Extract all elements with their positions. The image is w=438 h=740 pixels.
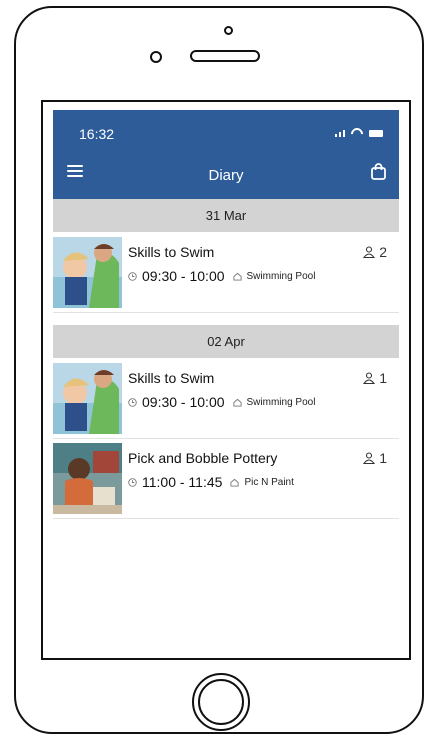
page-title: Diary [208,167,244,184]
person-icon [363,452,376,464]
home-button[interactable] [192,673,250,731]
count-value: 2 [379,244,387,260]
status-time: 16:32 [79,126,115,142]
phone-screen: 16:32 Diary 31 Mar Skills to Swim 2 09:3… [41,100,411,660]
pottery-child-photo [53,443,122,514]
front-sensor [224,26,233,35]
entry-time: 09:30 - 10:00 [142,268,225,284]
entry-details: 11:00 - 11:45 Pic N Paint [128,474,294,490]
diary-entry[interactable]: Skills to Swim 1 09:30 - 10:00 Swimming … [53,360,399,439]
location-icon [232,398,242,407]
clock-icon [128,271,137,281]
app-header: 16:32 Diary [53,110,399,199]
entry-time: 11:00 - 11:45 [142,474,223,490]
diary-entry[interactable]: Pick and Bobble Pottery 1 11:00 - 11:45 … [53,440,399,519]
location-icon [230,478,239,487]
person-icon [363,372,376,384]
entry-title: Skills to Swim [128,244,215,260]
attendee-count: 1 [363,370,387,386]
earpiece-speaker [190,50,260,62]
app-view: 16:32 Diary 31 Mar Skills to Swim 2 09:3… [53,110,399,640]
battery-icon [369,130,383,137]
entry-title: Skills to Swim [128,370,215,386]
count-value: 1 [379,370,387,386]
clock-icon [128,397,137,407]
shopping-bag-icon[interactable] [370,163,387,180]
front-camera [150,51,162,63]
entry-title: Pick and Bobble Pottery [128,450,278,466]
status-icons [335,128,383,137]
diary-entry[interactable]: Skills to Swim 2 09:30 - 10:00 Swimming … [53,234,399,313]
clock-icon [128,477,137,487]
entry-location: Swimming Pool [246,270,316,282]
location-icon [232,272,242,281]
person-icon [363,246,376,258]
attendee-count: 2 [363,244,387,260]
entry-time: 09:30 - 10:00 [142,394,225,410]
entry-details: 09:30 - 10:00 Swimming Pool [128,394,315,410]
date-header: 31 Mar [53,199,399,232]
entry-location: Pic N Paint [244,476,294,488]
attendee-count: 1 [363,450,387,466]
entry-location: Swimming Pool [246,396,316,408]
entry-details: 09:30 - 10:00 Swimming Pool [128,268,315,284]
wifi-icon [351,128,363,137]
signal-icon [335,130,345,137]
count-value: 1 [379,450,387,466]
swimming-child-photo [53,237,122,308]
date-header: 02 Apr [53,325,399,358]
swimming-child-photo [53,363,122,434]
